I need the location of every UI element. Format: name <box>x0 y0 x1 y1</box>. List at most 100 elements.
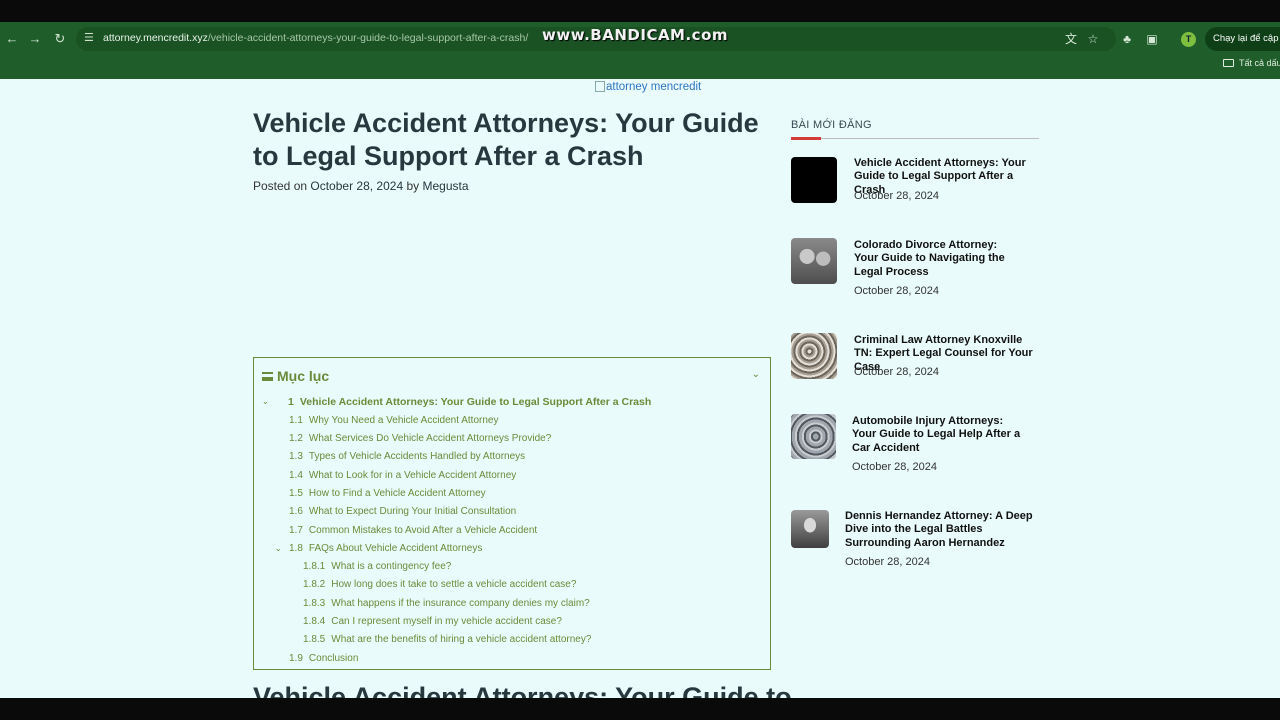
toc-text: Vehicle Accident Attorneys: Your Guide t… <box>299 396 652 408</box>
post-thumbnail[interactable] <box>791 414 836 459</box>
toc-number: 1.5 <box>289 488 303 499</box>
toc-text: How long does it take to settle a vehicl… <box>331 579 577 590</box>
forward-icon[interactable]: → <box>25 30 45 48</box>
toc-text: Conclusion <box>308 653 359 664</box>
bookmarks-label: Tất cả dấu trang <box>1239 58 1280 68</box>
toc-link[interactable]: 1.1 Why You Need a Vehicle Accident Attor… <box>289 415 498 426</box>
toc-link[interactable]: 1.2 What Services Do Vehicle Accident Att… <box>289 433 551 444</box>
post-title-link[interactable]: Dennis Hernandez Attorney: A Deep Dive i… <box>845 510 1040 550</box>
sidebar-title: BÀI MỚI ĐĂNG <box>791 119 872 131</box>
site-logo[interactable]: attorney mencredit <box>595 81 701 93</box>
toc-text: What happens if the insurance company de… <box>331 598 590 609</box>
author-link[interactable]: Megusta <box>423 179 469 193</box>
toc-number: 1.8.3 <box>303 598 326 609</box>
post-title-link[interactable]: Automobile Injury Attorneys: Your Guide … <box>852 415 1027 455</box>
toc-number: 1.3 <box>289 451 303 462</box>
folder-icon <box>1223 59 1234 67</box>
sidebar-divider <box>791 138 1039 139</box>
relaunch-to-update-button[interactable]: Chạy lại để cập nhật <box>1205 27 1280 51</box>
toc-link[interactable]: 1 Vehicle Accident Attorneys: Your Guide … <box>288 396 651 408</box>
post-thumbnail[interactable] <box>791 510 829 548</box>
by-label: by <box>406 179 420 193</box>
toc-number: 1.6 <box>289 506 303 517</box>
profile-avatar[interactable]: T <box>1181 32 1196 47</box>
toc-text: What to Look for in a Vehicle Accident A… <box>308 470 517 481</box>
back-icon[interactable]: ← <box>2 30 22 48</box>
extension-icon[interactable]: ♣ <box>1118 30 1136 48</box>
post-meta: Posted on October 28, 2024 by Megusta <box>253 179 469 193</box>
toc-number: 1.7 <box>289 525 303 536</box>
post-date: October 28, 2024 <box>854 285 940 297</box>
post-thumbnail[interactable] <box>791 333 837 379</box>
toc-number: 1 <box>288 396 294 408</box>
toc-link[interactable]: 1.8.3 What happens if the insurance compa… <box>303 598 590 609</box>
sidebar-divider-accent <box>791 137 821 140</box>
url-host: attorney.mencredit.xyz <box>103 32 208 44</box>
toc-text: Why You Need a Vehicle Accident Attorney <box>308 415 499 426</box>
site-logo-alt: attorney mencredit <box>606 81 702 93</box>
post-thumbnail[interactable] <box>791 157 837 203</box>
toc-link[interactable]: 1.6 What to Expect During Your Initial Co… <box>289 506 516 517</box>
toc-number: 1.8 <box>289 543 303 554</box>
star-icon[interactable]: ☆ <box>1084 30 1102 48</box>
toc-number: 1.8.4 <box>303 616 326 627</box>
table-of-contents: Mục lục ⌄ ⌄ 1 Vehicle Accident Attorneys: … <box>253 357 771 670</box>
toc-heading[interactable]: Mục lục <box>262 368 329 384</box>
toc-text: FAQs About Vehicle Accident Attorneys <box>308 543 483 554</box>
browser-toolbar: ← → ↻ ☰ attorney.mencredit.xyz/vehicle-a… <box>0 22 1280 56</box>
toc-number: 1.8.5 <box>303 634 326 645</box>
toc-heading-label: Mục lục <box>277 368 330 384</box>
toc-text: Types of Vehicle Accidents Handled by At… <box>308 451 526 462</box>
toc-text: What Services Do Vehicle Accident Attorn… <box>308 433 552 444</box>
chevron-down-icon[interactable]: ⌄ <box>752 369 760 380</box>
section-heading: Vehicle Accident Attorneys: Your Guide t… <box>253 682 792 698</box>
menu-icon <box>262 372 273 381</box>
translate-icon[interactable]: 文 <box>1062 30 1080 48</box>
toc-text: How to Find a Vehicle Accident Attorney <box>308 488 486 499</box>
browser-chrome: ← → ↻ ☰ attorney.mencredit.xyz/vehicle-a… <box>0 22 1280 79</box>
toc-link[interactable]: 1.9 Conclusion <box>289 653 358 664</box>
url-path: /vehicle-accident-attorneys-your-guide-t… <box>207 32 529 44</box>
article-title: Vehicle Accident Attorneys: Your Guide t… <box>253 108 759 171</box>
post-thumbnail[interactable] <box>791 238 837 284</box>
toc-number: 1.8.2 <box>303 579 326 590</box>
toc-text: What are the benefits of hiring a vehicl… <box>331 634 592 645</box>
post-date: October 28, 2024 <box>854 190 940 202</box>
toc-number: 1.2 <box>289 433 303 444</box>
reload-icon[interactable]: ↻ <box>50 30 70 48</box>
toc-number: 1.1 <box>289 415 303 426</box>
toc-number: 1.8.1 <box>303 561 326 572</box>
post-date-link[interactable]: October 28, 2024 <box>310 179 403 193</box>
toc-text: What to Expect During Your Initial Consu… <box>308 506 517 517</box>
posted-on-label: Posted on <box>253 179 308 193</box>
toc-link[interactable]: 1.7 Common Mistakes to Avoid After a Vehi… <box>289 525 537 536</box>
chevron-down-icon[interactable]: ⌄ <box>275 544 282 553</box>
toc-link[interactable]: 1.4 What to Look for in a Vehicle Acciden… <box>289 470 516 481</box>
toc-link[interactable]: 1.5 How to Find a Vehicle Accident Attorn… <box>289 488 486 499</box>
toc-link[interactable]: 1.3 Types of Vehicle Accidents Handled by… <box>289 451 525 462</box>
chevron-down-icon[interactable]: ⌄ <box>262 397 269 406</box>
post-date: October 28, 2024 <box>854 366 940 378</box>
all-bookmarks-button[interactable]: Tất cả dấu trang <box>1223 58 1280 74</box>
toc-text: Can I represent myself in my vehicle acc… <box>331 616 562 627</box>
toc-text: What is a contingency fee? <box>331 561 452 572</box>
post-date: October 28, 2024 <box>852 461 938 473</box>
post-title-link[interactable]: Colorado Divorce Attorney: Your Guide to… <box>854 239 1024 279</box>
site-info-icon[interactable]: ☰ <box>84 31 98 45</box>
toc-number: 1.9 <box>289 653 303 664</box>
screen-bottom-bar <box>0 698 1280 720</box>
toc-link[interactable]: 1.8 FAQs About Vehicle Accident Attorneys <box>289 543 482 554</box>
toc-text: Common Mistakes to Avoid After a Vehicle… <box>308 525 538 536</box>
screen-top-bar <box>0 0 1280 22</box>
puzzle-icon[interactable]: ▣ <box>1143 30 1161 48</box>
toc-link[interactable]: 1.8.1 What is a contingency fee? <box>303 561 451 572</box>
toc-link[interactable]: 1.8.2 How long does it take to settle a v… <box>303 579 576 590</box>
url-text[interactable]: attorney.mencredit.xyz/vehicle-accident-… <box>103 32 528 44</box>
web-page: attorney mencredit Vehicle Accident Atto… <box>0 79 1280 698</box>
broken-image-icon <box>595 81 605 92</box>
recorder-watermark: www.BANDICAM.com <box>542 26 729 44</box>
toc-link[interactable]: 1.8.4 Can I represent myself in my vehicl… <box>303 616 562 627</box>
toc-number: 1.4 <box>289 470 303 481</box>
post-date: October 28, 2024 <box>845 556 931 568</box>
toc-link[interactable]: 1.8.5 What are the benefits of hiring a v… <box>303 634 591 645</box>
